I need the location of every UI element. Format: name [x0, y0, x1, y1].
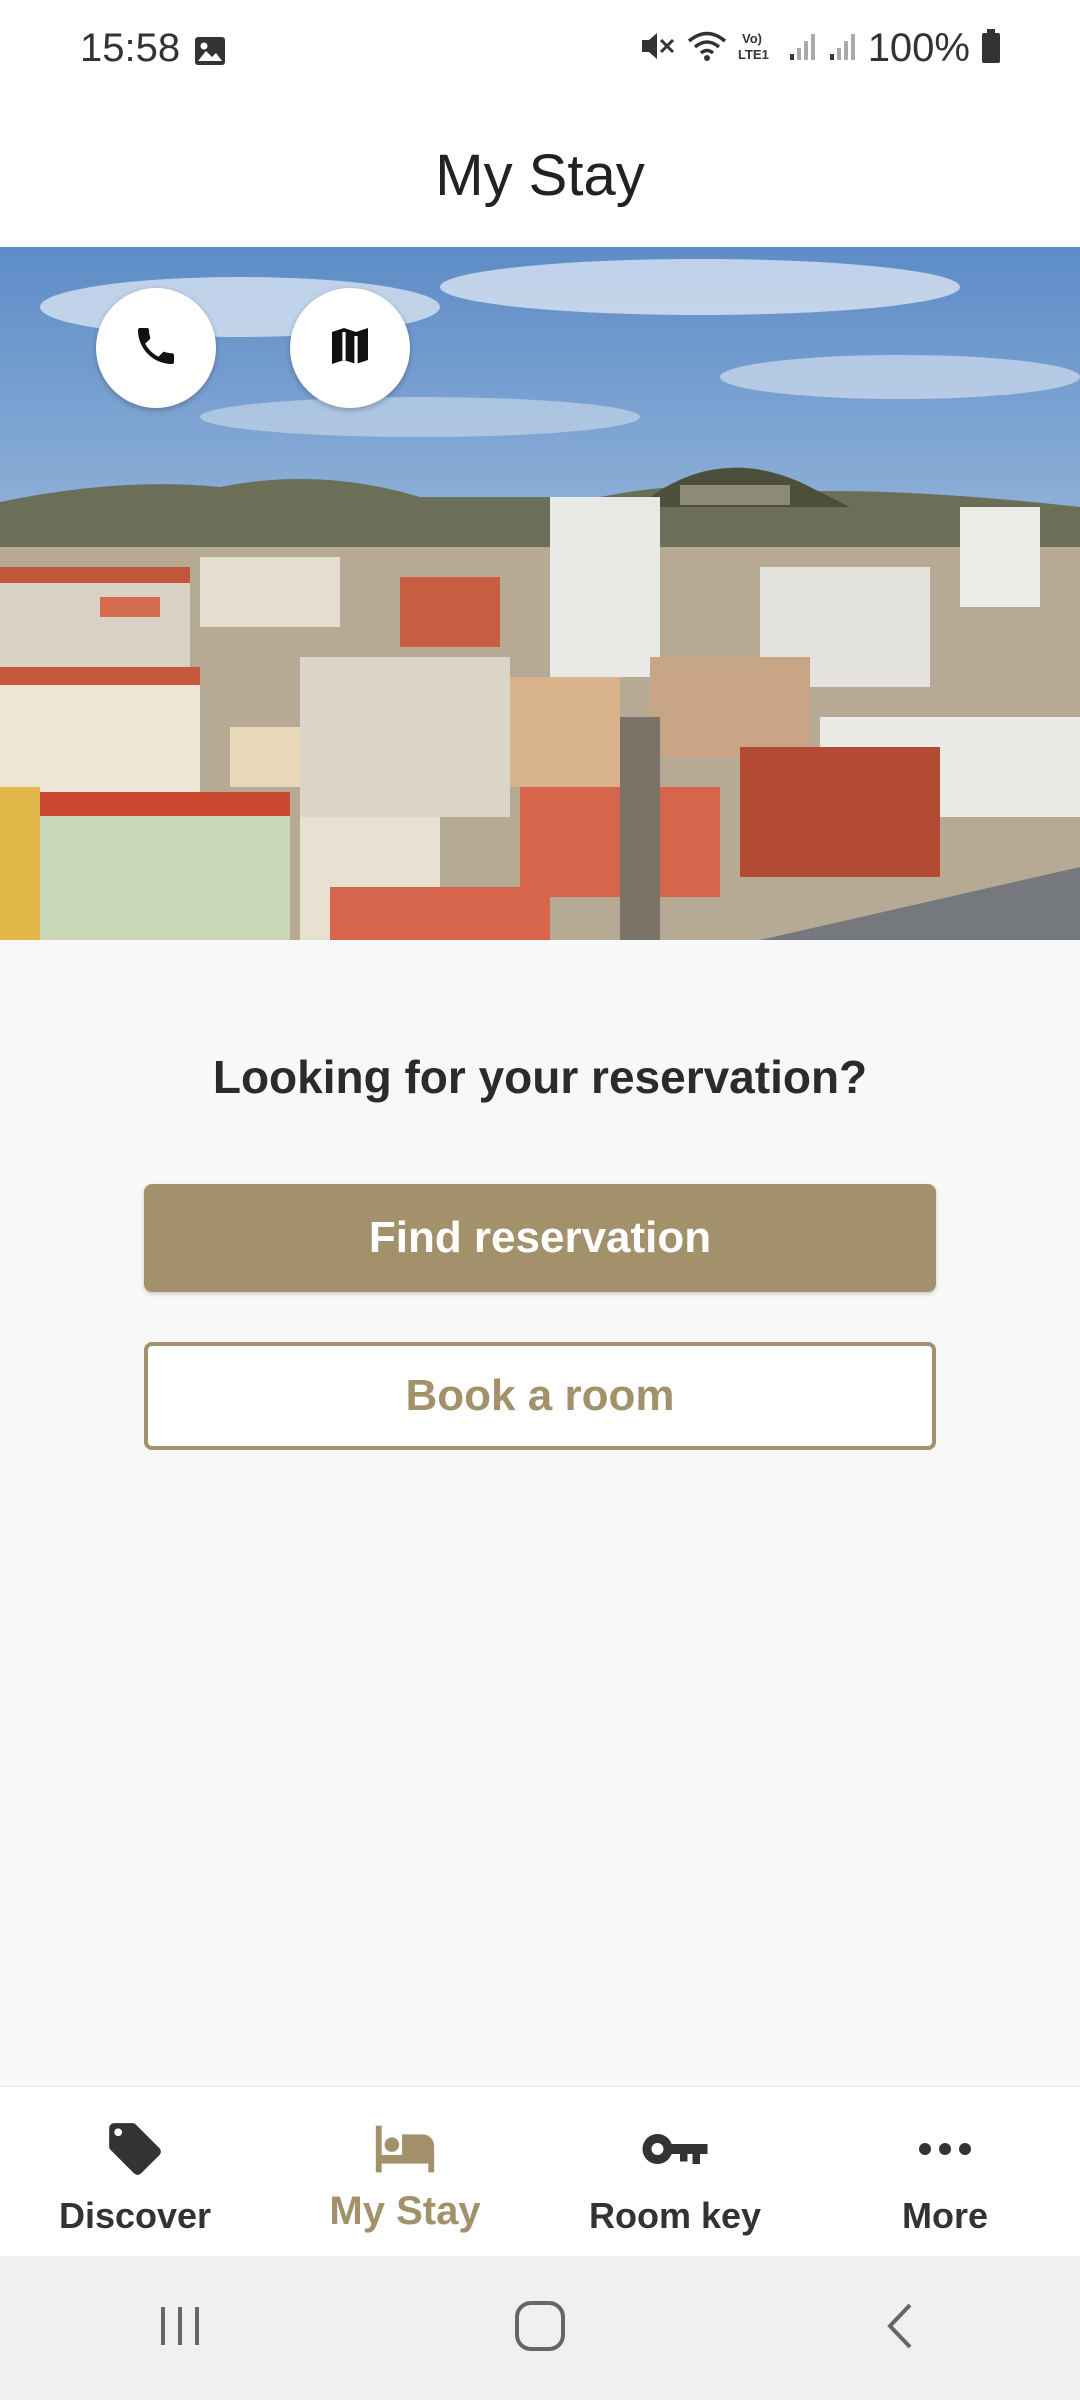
- tag-icon: [104, 2117, 166, 2181]
- screen: 15:58 Vo) LTE1 100% My Stay Looking for …: [0, 0, 1080, 2400]
- battery-percent: 100%: [867, 26, 970, 70]
- recents-icon: [155, 2301, 205, 2356]
- map-icon: [326, 322, 374, 375]
- key-icon: [640, 2117, 710, 2181]
- nav-item-discover[interactable]: Discover: [0, 2087, 270, 2257]
- svg-text:Vo): Vo): [742, 31, 762, 46]
- image-icon: [194, 36, 226, 71]
- signal-icon: [788, 30, 818, 67]
- status-bar: 15:58 Vo) LTE1 100%: [0, 0, 1080, 104]
- find-reservation-button[interactable]: Find reservation: [144, 1184, 936, 1292]
- system-nav-bar: [0, 2256, 1080, 2400]
- status-time: 15:58: [80, 26, 181, 70]
- phone-icon: [132, 322, 180, 375]
- signal-icon: [828, 30, 858, 67]
- nav-label-discover: Discover: [58, 2195, 212, 2236]
- wifi-icon: [686, 29, 728, 68]
- bed-icon: [370, 2117, 440, 2181]
- hero-image: [0, 247, 1080, 940]
- svg-text:LTE1: LTE1: [738, 47, 769, 62]
- nav-label-my-stay: My Stay: [329, 2189, 481, 2233]
- back-icon: [880, 2299, 920, 2358]
- more-icon: [917, 2117, 973, 2181]
- header: My Stay: [0, 104, 1080, 247]
- home-icon: [513, 2299, 567, 2358]
- nav-label-more: More: [901, 2195, 988, 2236]
- nav-item-room-key[interactable]: Room key: [540, 2087, 810, 2257]
- status-icons: Vo) LTE1 100%: [640, 26, 1002, 71]
- map-button[interactable]: [290, 288, 410, 408]
- nav-label-room-key: Room key: [588, 2195, 762, 2236]
- volte-icon: Vo) LTE1: [738, 29, 778, 68]
- mute-icon: [640, 29, 676, 68]
- call-button[interactable]: [96, 288, 216, 408]
- nav-item-my-stay[interactable]: My Stay: [270, 2087, 540, 2257]
- page-title: My Stay: [435, 143, 645, 208]
- back-button[interactable]: [840, 2288, 960, 2368]
- bottom-nav: Discover My Stay Room key More: [0, 2086, 1080, 2257]
- battery-icon: [980, 28, 1002, 69]
- book-room-button[interactable]: Book a room: [144, 1342, 936, 1450]
- nav-item-more[interactable]: More: [810, 2087, 1080, 2257]
- reservation-question: Looking for your reservation?: [212, 1051, 868, 1103]
- recents-button[interactable]: [120, 2288, 240, 2368]
- home-button[interactable]: [480, 2288, 600, 2368]
- main-content: Looking for your reservation? Find reser…: [0, 940, 1080, 2086]
